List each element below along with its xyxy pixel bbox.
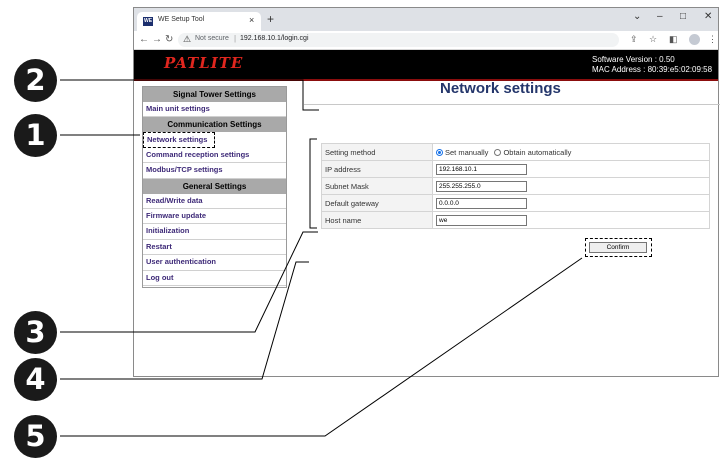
- figure: WE WE Setup Tool × + ⌄ – □ ✕ ← → ↻ ⚠ Not…: [0, 0, 724, 462]
- callout-2: 2: [14, 59, 57, 102]
- callout-leaders: [60, 79, 583, 437]
- leader-3: [60, 231, 318, 333]
- leader-2: [60, 79, 319, 111]
- callout-1: 1: [14, 114, 57, 157]
- bracket-2: [309, 138, 317, 229]
- leader-4: [60, 261, 309, 380]
- leader-5: [60, 257, 583, 437]
- callout-4: 4: [14, 358, 57, 401]
- callout-3: 3: [14, 311, 57, 354]
- callout-5: 5: [14, 415, 57, 458]
